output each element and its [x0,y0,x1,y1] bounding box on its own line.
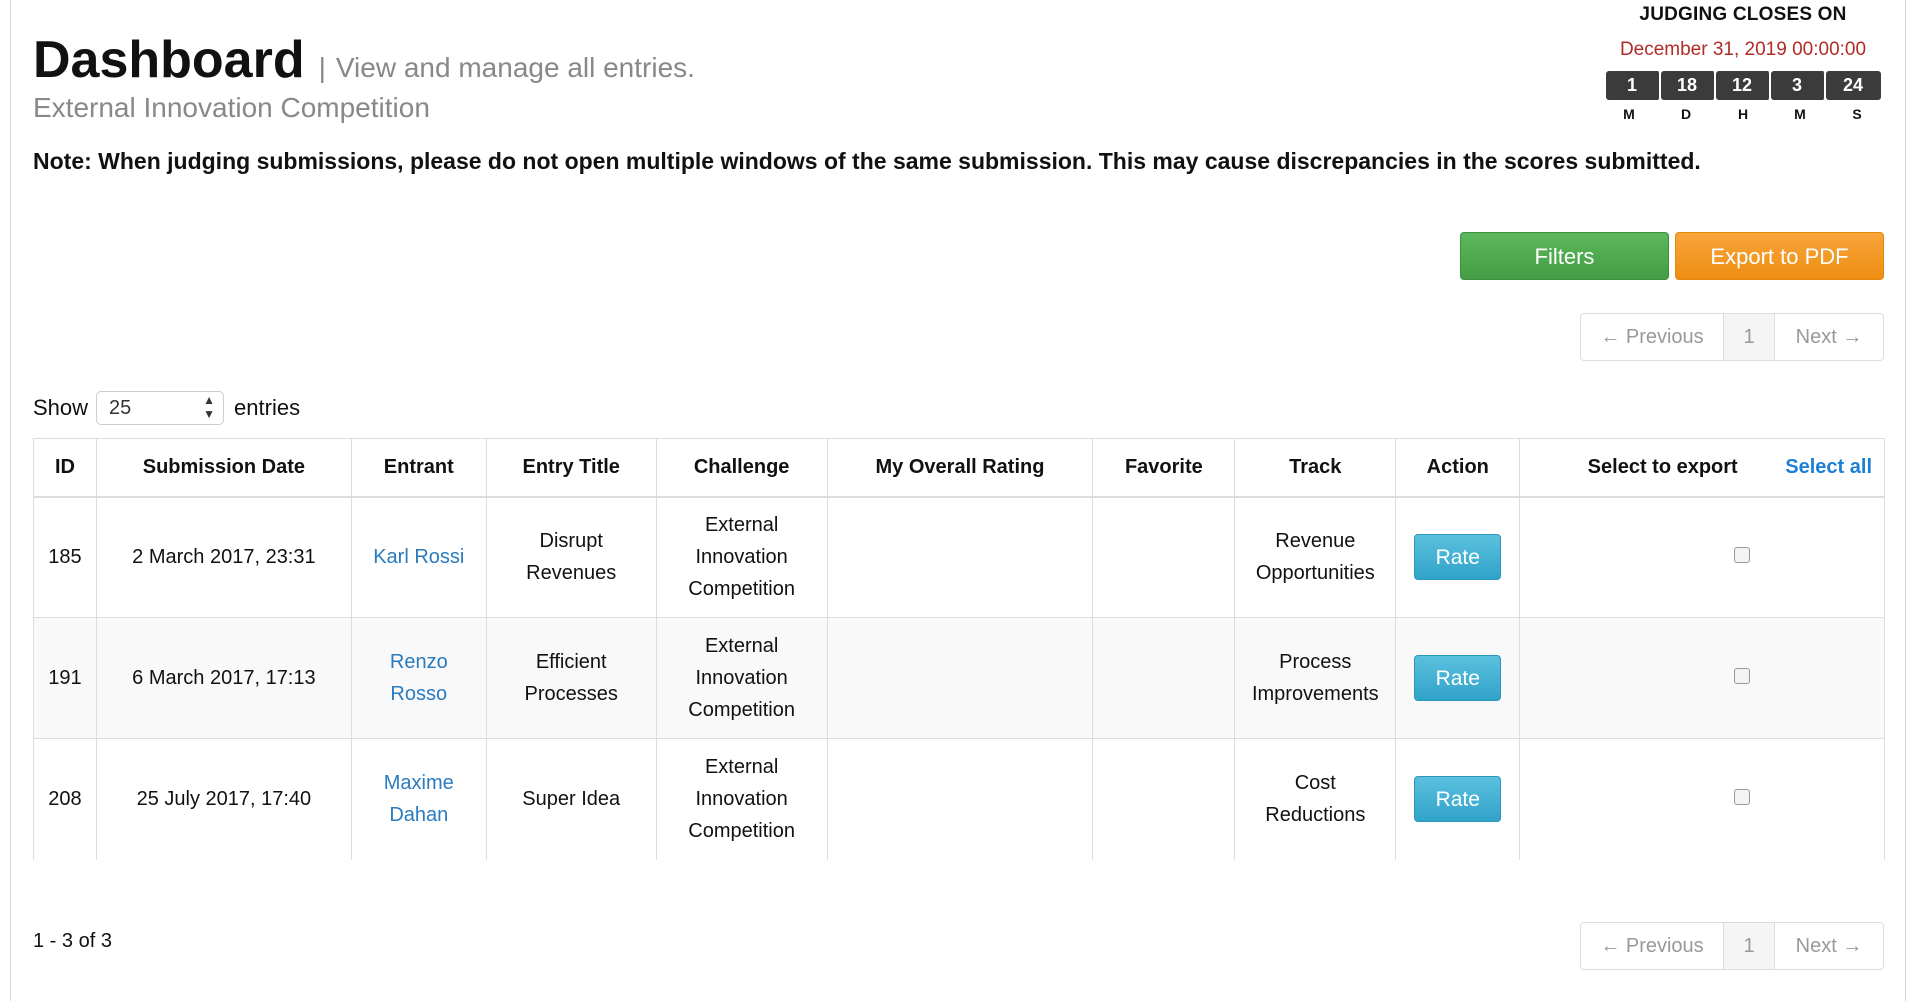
cell-select-to-export [1519,496,1885,618]
cell-entrant: Karl Rossi [350,496,487,618]
cell-entrant: Renzo Rosso [350,617,487,739]
cell-action: Rate [1395,738,1521,860]
cell-select-to-export [1519,738,1885,860]
page-1-button[interactable]: 1 [1724,314,1775,360]
entries-table: ID Submission Date Entrant Entry Title C… [33,438,1885,860]
cell-entrant: Maxime Dahan [350,738,487,860]
entries-length-control: Show 25 ▲ ▼ entries [33,391,300,425]
column-header-track[interactable]: Track [1234,438,1397,498]
updown-arrows-icon: ▲ ▼ [203,393,216,421]
countdown-units: M D H M S [1598,106,1888,122]
countdown-unit-label: D [1680,106,1692,122]
page-header: Dashboard | View and manage all entries.… [33,30,695,124]
cell-id: 208 [33,738,97,860]
countdown-months: 1 [1605,71,1661,100]
entries-label: entries [234,395,301,420]
checkbox-icon[interactable] [1734,789,1751,806]
cell-id: 191 [33,617,97,739]
next-page-button[interactable]: Next → [1775,314,1883,360]
countdown-hours: 12 [1715,71,1771,100]
table-row: 208 25 July 2017, 17:40 Maxime Dahan Sup… [33,738,1885,860]
export-pdf-button[interactable]: Export to PDF [1675,232,1884,280]
cell-track: Cost Reductions [1234,738,1397,860]
countdown-unit-label: M [1794,106,1806,122]
countdown-unit-label: S [1852,106,1862,122]
judging-countdown: JUDGING CLOSES ON December 31, 2019 00:0… [1598,4,1888,122]
countdown-unit-label: H [1737,106,1749,122]
countdown-unit-label: M [1623,106,1635,122]
cell-challenge: External Innovation Competition [655,496,828,618]
page-1-button[interactable]: 1 [1724,923,1775,969]
cell-submission-date: 6 March 2017, 17:13 [95,617,352,739]
entrant-link[interactable]: Renzo Rosso [390,651,448,705]
cell-entry-title: Super Idea [485,738,657,860]
cell-track: Process Improvements [1234,617,1397,739]
previous-page-button[interactable]: ← Previous [1581,314,1724,360]
table-header-row: ID Submission Date Entrant Entry Title C… [33,438,1885,498]
cell-challenge: External Innovation Competition [655,617,828,739]
cell-favorite [1092,496,1236,618]
checkbox-icon[interactable] [1734,668,1751,684]
column-header-entry-title[interactable]: Entry Title [485,438,657,498]
column-header-entrant[interactable]: Entrant [350,438,487,498]
column-header-favorite[interactable]: Favorite [1092,438,1236,498]
cell-challenge: External Innovation Competition [655,738,828,860]
select-all-link[interactable]: Select all [1785,456,1872,478]
countdown-date: December 31, 2019 00:00:00 [1619,39,1867,60]
select-to-export-label: Select to export [1587,455,1738,478]
rate-button[interactable]: Rate [1414,534,1502,581]
pagination-top: ← Previous 1 Next → [1580,313,1884,361]
cell-submission-date: 25 July 2017, 17:40 [95,738,352,860]
title-separator: | [318,52,326,83]
cell-overall-rating [826,617,1094,739]
previous-page-button[interactable]: ← Previous [1581,923,1724,969]
filters-button[interactable]: Filters [1460,232,1669,280]
cell-favorite [1092,738,1236,860]
page-title: Dashboard [33,31,305,89]
column-header-challenge[interactable]: Challenge [655,438,828,498]
rate-button[interactable]: Rate [1414,776,1502,823]
record-count: 1 - 3 of 3 [33,930,112,952]
judging-note: Note: When judging submissions, please d… [33,148,1701,174]
table-row: 191 6 March 2017, 17:13 Renzo Rosso Effi… [33,617,1885,739]
entrant-link[interactable]: Karl Rossi [373,546,464,568]
countdown-values: 1 18 12 3 24 [1598,71,1888,100]
cell-overall-rating [826,496,1094,618]
cell-id: 185 [33,496,97,618]
column-header-submission-date[interactable]: Submission Date [95,438,352,498]
cell-entry-title: Efficient Processes [485,617,657,739]
entrant-link[interactable]: Maxime Dahan [384,772,454,826]
cell-entry-title: Disrupt Revenues [485,496,657,618]
countdown-days: 18 [1660,71,1716,100]
next-page-button[interactable]: Next → [1775,923,1883,969]
cell-track: Revenue Opportunities [1234,496,1397,618]
column-header-id[interactable]: ID [33,438,97,498]
pagination-bottom: ← Previous 1 Next → [1580,922,1884,970]
column-header-select-to-export: Select to export Select all [1519,438,1885,498]
competition-name: External Innovation Competition [33,92,430,123]
table-row: 185 2 March 2017, 23:31 Karl Rossi Disru… [33,496,1885,618]
entries-per-page-value: 25 [109,397,132,419]
column-header-overall-rating[interactable]: My Overall Rating [826,438,1094,498]
rate-button[interactable]: Rate [1414,655,1502,701]
cell-select-to-export [1519,617,1885,739]
cell-favorite [1092,617,1236,739]
cell-action: Rate [1395,496,1521,618]
column-header-action: Action [1395,438,1521,498]
cell-submission-date: 2 March 2017, 23:31 [95,496,352,618]
countdown-minutes: 3 [1770,71,1826,100]
checkbox-icon[interactable] [1734,547,1751,564]
page-subtitle: View and manage all entries. [335,52,695,83]
cell-overall-rating [826,738,1094,860]
countdown-title: JUDGING CLOSES ON [1639,4,1847,25]
entries-per-page-select[interactable]: 25 ▲ ▼ [96,391,225,425]
countdown-seconds: 24 [1825,71,1881,100]
cell-action: Rate [1395,617,1521,739]
show-label: Show [33,395,89,420]
